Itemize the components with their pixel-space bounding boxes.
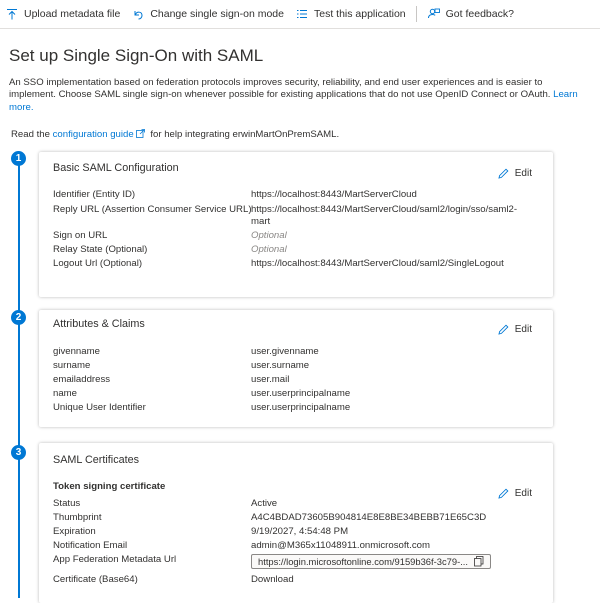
claim-label: emailaddress <box>53 374 111 385</box>
federation-metadata-url-label: App Federation Metadata Url <box>53 554 177 565</box>
page-title: Set up Single Sign-On with SAML <box>9 46 264 65</box>
identifier-label: Identifier (Entity ID) <box>53 189 136 200</box>
status-value: Active <box>251 498 278 509</box>
copy-icon[interactable] <box>474 556 484 567</box>
configuration-guide-link[interactable]: configuration guide <box>53 129 134 140</box>
identifier-value: https://localhost:8443/MartServerCloud <box>251 189 417 200</box>
sign-on-url-value: Optional <box>251 230 287 241</box>
step-2-badge: 2 <box>11 310 26 325</box>
claim-label: Unique User Identifier <box>53 402 146 413</box>
federation-metadata-url-value: https://login.microsoftonline.com/9159b3… <box>258 556 469 567</box>
reply-url-label: Reply URL (Assertion Consumer Service UR… <box>53 204 252 215</box>
step-1-badge: 1 <box>11 151 26 166</box>
edit-label: Edit <box>514 324 532 335</box>
undo-icon <box>134 11 143 20</box>
upload-metadata-button[interactable]: Upload metadata file <box>0 0 126 28</box>
edit-label: Edit <box>514 168 532 179</box>
token-signing-certificate-heading: Token signing certificate <box>53 481 166 492</box>
basic-saml-configuration-card: Basic SAML Configuration Edit Identifier… <box>39 152 553 297</box>
step-3-badge: 3 <box>11 445 26 460</box>
certificate-base64-download-link[interactable]: Download <box>251 574 294 586</box>
claim-value: user.userprincipalname <box>251 388 351 399</box>
feedback-icon <box>427 8 440 19</box>
notification-email-value: admin@M365x11048911.onmicrosoft.com <box>251 540 430 551</box>
upload-metadata-label: Upload metadata file <box>24 8 121 20</box>
command-bar: Upload metadata file Change single sign-… <box>0 0 600 29</box>
expiration-label: Expiration <box>53 526 96 537</box>
claim-value: user.userprincipalname <box>251 402 351 413</box>
read-suffix: for help integrating erwinMartOnPremSAML… <box>150 129 340 140</box>
claim-value: user.givenname <box>251 346 319 357</box>
intro-text: An SSO implementation based on federatio… <box>9 77 589 114</box>
toolbar-divider <box>415 6 417 22</box>
relay-state-label: Relay State (Optional) <box>53 244 148 255</box>
claim-label: name <box>53 388 77 399</box>
logout-url-label: Logout Url (Optional) <box>53 258 143 269</box>
expiration-value: 9/19/2027, 4:54:48 PM <box>251 526 349 537</box>
certificate-base64-label: Certificate (Base64) <box>53 574 138 585</box>
saml-certificates-title: SAML Certificates <box>53 454 140 466</box>
change-sso-mode-button[interactable]: Change single sign-on mode <box>126 0 290 28</box>
status-label: Status <box>53 498 81 509</box>
thumbprint-label: Thumbprint <box>53 512 102 523</box>
external-link-icon[interactable] <box>135 129 145 138</box>
basic-saml-title: Basic SAML Configuration <box>53 162 179 174</box>
thumbprint-value: A4C4BDAD73605B904814E8E8BE34BEBB71E65C3D <box>251 512 487 523</box>
feedback-button[interactable]: Got feedback? <box>421 0 520 28</box>
configuration-guide-line: Read the configuration guide for help in… <box>11 129 339 140</box>
upload-icon <box>7 9 17 20</box>
test-application-button[interactable]: Test this application <box>290 0 412 28</box>
pencil-icon <box>498 324 509 335</box>
feedback-label: Got feedback? <box>445 8 514 20</box>
intro-paragraph: An SSO implementation based on federatio… <box>9 77 551 101</box>
notification-email-label: Notification Email <box>53 540 128 551</box>
pencil-icon <box>498 168 509 179</box>
claim-label: surname <box>53 360 91 371</box>
attributes-claims-edit-button[interactable]: Edit <box>498 324 532 335</box>
list-icon <box>296 10 307 18</box>
steps-timeline <box>18 158 20 598</box>
test-application-label: Test this application <box>313 8 406 20</box>
relay-state-value: Optional <box>251 244 287 255</box>
reply-url-value: https://localhost:8443/MartServerCloud/s… <box>251 204 518 228</box>
logout-url-value: https://localhost:8443/MartServerCloud/s… <box>251 258 504 269</box>
claim-value: user.mail <box>251 374 290 385</box>
sign-on-url-label: Sign on URL <box>53 230 108 241</box>
basic-saml-edit-button[interactable]: Edit <box>498 168 532 179</box>
federation-metadata-url-field[interactable]: https://login.microsoftonline.com/9159b3… <box>251 554 491 569</box>
attributes-claims-card: Attributes & Claims Edit givenname user.… <box>39 310 553 427</box>
claim-label: givenname <box>53 346 100 357</box>
edit-label: Edit <box>514 488 532 499</box>
saml-certificates-card: SAML Certificates Token signing certific… <box>39 443 553 603</box>
saml-certificates-edit-button[interactable]: Edit <box>498 488 532 499</box>
attributes-claims-title: Attributes & Claims <box>53 318 145 330</box>
change-sso-mode-label: Change single sign-on mode <box>150 8 284 20</box>
read-prefix: Read the <box>11 129 50 140</box>
claim-value: user.surname <box>251 360 310 371</box>
